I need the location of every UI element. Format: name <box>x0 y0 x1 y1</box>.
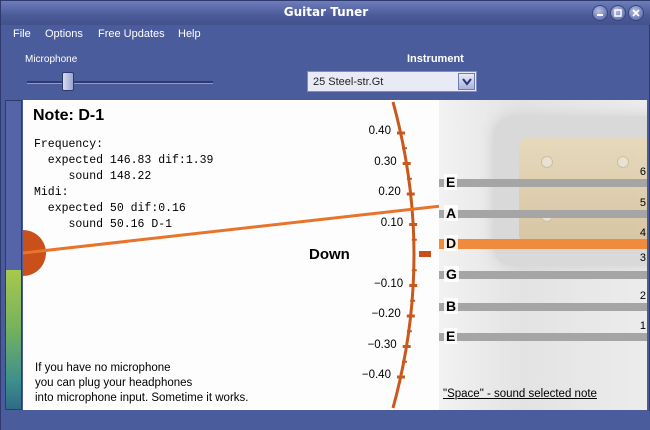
string-letter: B <box>444 298 459 314</box>
string-number: 4 <box>639 227 646 239</box>
help-line: into microphone input. Sometime it works… <box>35 392 249 404</box>
dial-tick-label: 0.20 <box>378 186 401 198</box>
input-level-fill <box>6 270 21 409</box>
string-number: 3 <box>639 252 646 264</box>
tuner-panel: Note: D-1 Frequency: expected 146.83 dif… <box>23 100 439 410</box>
string-row-1[interactable]: E 1 <box>439 320 647 344</box>
string-bar[interactable] <box>439 271 647 279</box>
instrument-label: Instrument <box>407 53 464 65</box>
menu-help[interactable]: Help <box>178 28 201 40</box>
string-number: 5 <box>639 197 646 209</box>
guitar-strings-panel: E 6 A 5 D 4 G 3 B 2 E 1 "Space" - sound <box>439 100 647 410</box>
app-window: Guitar Tuner File Options Free Updates H… <box>0 0 650 430</box>
input-level-meter <box>5 100 22 410</box>
string-row-4[interactable]: D 4 <box>439 227 647 251</box>
bottom-strip <box>1 411 650 430</box>
microphone-slider-track[interactable] <box>27 81 213 84</box>
menu-file[interactable]: File <box>13 28 31 40</box>
menu-options[interactable]: Options <box>45 28 83 40</box>
string-row-3[interactable]: G 3 <box>439 252 647 282</box>
minimize-icon <box>597 14 603 16</box>
string-letter: G <box>444 266 459 282</box>
tuning-needle <box>23 204 439 255</box>
help-text: If you have no microphone you can plug y… <box>35 361 248 406</box>
instrument-selected-value: 25 Steel-str.Gt <box>313 76 384 88</box>
string-bar[interactable] <box>439 303 647 311</box>
dial-tick-label: 0.30 <box>374 155 397 168</box>
string-bar[interactable] <box>439 333 647 341</box>
string-number: 6 <box>639 166 646 178</box>
dial-tick-label: −0.30 <box>367 338 397 351</box>
dial-tick-label: −0.20 <box>371 308 401 320</box>
close-icon <box>632 9 640 17</box>
pickup-pole <box>617 156 629 168</box>
minimize-button[interactable] <box>592 5 608 21</box>
help-line: you can plug your headphones <box>35 377 193 389</box>
title-bar[interactable]: Guitar Tuner <box>1 1 650 25</box>
maximize-button[interactable] <box>610 5 626 21</box>
center-marker <box>419 251 431 257</box>
close-button[interactable] <box>628 5 644 21</box>
pickup-pole <box>541 156 553 168</box>
menu-bar: File Options Free Updates Help <box>1 25 650 45</box>
dial-tick-label: −0.10 <box>374 277 404 290</box>
string-letter: E <box>444 328 458 344</box>
microphone-slider-thumb[interactable] <box>61 72 74 91</box>
sound-note-hint-link[interactable]: "Space" - sound selected note <box>443 388 597 400</box>
chevron-down-icon <box>462 78 472 86</box>
string-number: 2 <box>639 290 646 302</box>
pickup-body <box>519 138 647 243</box>
menu-free-updates[interactable]: Free Updates <box>98 28 165 40</box>
string-bar-selected[interactable] <box>439 239 647 249</box>
window-title: Guitar Tuner <box>283 5 369 19</box>
instrument-select[interactable]: 25 Steel-str.Gt <box>307 71 477 92</box>
dial-tick-label: 0.40 <box>368 125 391 137</box>
string-letter: A <box>444 205 459 221</box>
maximize-icon <box>614 9 622 17</box>
microphone-label: Microphone <box>25 54 78 65</box>
string-bar[interactable] <box>439 179 647 187</box>
instrument-dropdown-button[interactable] <box>458 73 475 90</box>
string-row-5[interactable]: A 5 <box>439 197 647 221</box>
string-letter: D <box>444 235 459 251</box>
help-line: If you have no microphone <box>35 362 171 374</box>
dial-tick-label: −0.40 <box>361 369 391 381</box>
string-row-2[interactable]: B 2 <box>439 290 647 314</box>
dial-tick-label: 0.10 <box>380 216 404 229</box>
string-letter: E <box>444 174 458 190</box>
string-row-6[interactable]: E 6 <box>439 166 647 190</box>
tuning-direction: Down <box>309 246 350 263</box>
string-number: 1 <box>639 320 646 332</box>
string-bar[interactable] <box>439 210 647 218</box>
